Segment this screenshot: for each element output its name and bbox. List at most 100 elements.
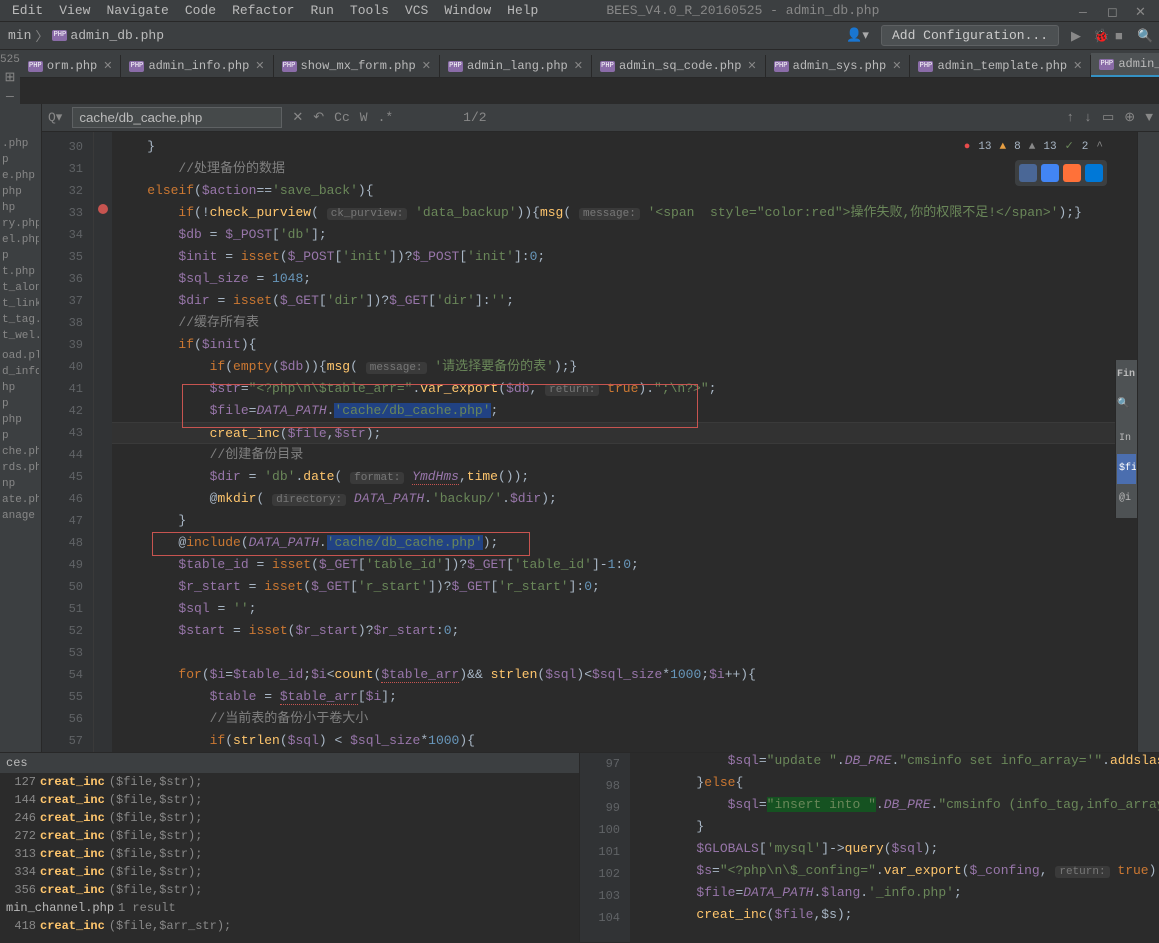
menu-vcs[interactable]: VCS	[397, 1, 436, 20]
add-selection-icon[interactable]: ⊕	[1124, 110, 1135, 125]
usage-item[interactable]: 144creat_inc($file,$str);	[0, 791, 579, 809]
tree-item[interactable]: rds.php	[2, 460, 39, 476]
tree-item[interactable]: el.php	[2, 232, 39, 248]
usage-item[interactable]: 418 creat_inc($file,$arr_str);	[0, 917, 579, 935]
menu-view[interactable]: View	[51, 1, 98, 20]
editor-tab[interactable]: PHPshow_mx_form.php✕	[274, 55, 440, 77]
menu-code[interactable]: Code	[177, 1, 224, 20]
search-input[interactable]	[72, 107, 282, 128]
breakpoint-gutter[interactable]	[94, 132, 112, 752]
tab-close-icon[interactable]: ✕	[422, 59, 431, 73]
history-icon[interactable]: ↶	[313, 110, 324, 125]
find-row-selected[interactable]: $fil	[1117, 454, 1136, 484]
breadcrumb-item-1[interactable]: min	[8, 28, 31, 43]
usages-panel[interactable]: ces 127creat_inc($file,$str);144creat_in…	[0, 753, 580, 942]
tree-item[interactable]: .php	[2, 136, 39, 152]
tab-close-icon[interactable]: ✕	[1073, 59, 1082, 73]
tree-item[interactable]: hp	[2, 380, 39, 396]
tree-item[interactable]: oad.pl	[2, 348, 39, 364]
edge-icon[interactable]	[1085, 164, 1103, 182]
editor-tab[interactable]: PHPadmin_info.php✕	[121, 55, 273, 77]
search-mode-icon[interactable]: Q▾	[48, 110, 62, 125]
editor-tab[interactable]: PHPadmin_db.php✕	[1091, 53, 1159, 77]
expand-icon[interactable]: ⊞	[4, 70, 15, 85]
tree-item[interactable]: php	[2, 184, 39, 200]
tab-close-icon[interactable]: ✕	[255, 59, 264, 73]
menu-navigate[interactable]: Navigate	[98, 1, 176, 20]
tree-item[interactable]: t_alone	[2, 280, 39, 296]
find-search-icon[interactable]: 🔍	[1117, 394, 1136, 416]
bottom-code-view[interactable]: $sql="update ".DB_PRE."cmsinfo set info_…	[630, 753, 1159, 942]
clear-search-icon[interactable]: ✕	[292, 110, 303, 125]
search-icon[interactable]: 🔍	[1137, 29, 1151, 43]
tree-item[interactable]: ate.php	[2, 492, 39, 508]
run-icon[interactable]: ▶	[1071, 29, 1085, 43]
select-all-icon[interactable]: ▭	[1102, 110, 1114, 125]
inspection-indicators[interactable]: ●13 ▲8 ▲13 ✓2 ^	[956, 132, 1111, 162]
weak-warning-indicator[interactable]: ▲	[1029, 136, 1036, 158]
tree-item[interactable]: anage	[2, 508, 39, 524]
prev-match-icon[interactable]: ↑	[1066, 110, 1074, 125]
usage-item[interactable]: 127creat_inc($file,$str);	[0, 773, 579, 791]
usage-item[interactable]: 246creat_inc($file,$str);	[0, 809, 579, 827]
stop-icon[interactable]: ■	[1115, 29, 1129, 43]
editor-tab[interactable]: PHPadmin_template.php✕	[910, 55, 1091, 77]
tree-item[interactable]: p	[2, 428, 39, 444]
editor-tab[interactable]: PHPadmin_sys.php✕	[766, 55, 911, 77]
maximize-icon[interactable]: ◻	[1107, 5, 1119, 17]
usage-item[interactable]: 313creat_inc($file,$str);	[0, 845, 579, 863]
match-case-icon[interactable]: Cc	[334, 110, 350, 125]
editor-tab[interactable]: PHPadmin_sq_code.php✕	[592, 55, 766, 77]
tree-item[interactable]: t_wel.p	[2, 328, 39, 344]
menu-window[interactable]: Window	[436, 1, 499, 20]
tab-close-icon[interactable]: ✕	[574, 59, 583, 73]
tree-item[interactable]: e.php	[2, 168, 39, 184]
firefox-icon[interactable]	[1063, 164, 1081, 182]
chevron-up-icon[interactable]: ^	[1096, 136, 1103, 158]
breakpoint-marker[interactable]	[98, 204, 108, 214]
menu-help[interactable]: Help	[499, 1, 546, 20]
tree-item[interactable]: che.ph	[2, 444, 39, 460]
chrome-icon[interactable]	[1041, 164, 1059, 182]
tree-item[interactable]: np	[2, 476, 39, 492]
code-editor[interactable]: ●13 ▲8 ▲13 ✓2 ^ } //处理备份的数据 elseif($acti…	[112, 132, 1137, 752]
bottom-right-editor[interactable]: 979899100101102103104 $sql="update ".DB_…	[580, 753, 1159, 942]
tab-close-icon[interactable]: ✕	[892, 59, 901, 73]
menu-run[interactable]: Run	[303, 1, 342, 20]
add-configuration-button[interactable]: Add Configuration...	[881, 25, 1059, 46]
find-row[interactable]: @i	[1117, 484, 1136, 514]
menu-tools[interactable]: Tools	[342, 1, 397, 20]
tree-item[interactable]: p	[2, 152, 39, 168]
find-results-panel[interactable]: Fin 🔍 In $fil @i	[1115, 360, 1137, 518]
find-row[interactable]: In	[1117, 424, 1136, 454]
tree-item[interactable]: p	[2, 248, 39, 264]
minimize-icon[interactable]: —	[1079, 5, 1091, 17]
menu-edit[interactable]: Edit	[4, 1, 51, 20]
editor-tab[interactable]: PHPorm.php✕	[20, 55, 122, 77]
usage-item[interactable]: 272creat_inc($file,$str);	[0, 827, 579, 845]
tree-item[interactable]: php	[2, 412, 39, 428]
editor-tab[interactable]: PHPadmin_lang.php✕	[440, 55, 592, 77]
breadcrumb-item-2[interactable]: PHPadmin_db.php	[52, 28, 164, 43]
next-match-icon[interactable]: ↓	[1084, 110, 1092, 125]
filter-icon[interactable]: ▼	[1145, 110, 1153, 125]
project-tree-panel[interactable]: .phppe.phpphphpry.phpel.phppt.phpt_alone…	[0, 132, 42, 752]
close-icon[interactable]: ✕	[1135, 5, 1147, 17]
tree-item[interactable]: t_link.p	[2, 296, 39, 312]
tree-item[interactable]: t_tag.p	[2, 312, 39, 328]
usage-item[interactable]: 356creat_inc($file,$str);	[0, 881, 579, 899]
phpstorm-icon[interactable]	[1019, 164, 1037, 182]
words-icon[interactable]: W	[360, 110, 368, 125]
usage-file-result[interactable]: min_channel.php 1 result	[0, 899, 579, 917]
tree-item[interactable]: p	[2, 396, 39, 412]
usage-item[interactable]: 334creat_inc($file,$str);	[0, 863, 579, 881]
tab-close-icon[interactable]: ✕	[103, 59, 112, 73]
error-indicator[interactable]: ●	[964, 136, 971, 158]
tree-item[interactable]: d_info.	[2, 364, 39, 380]
tree-item[interactable]: ry.php	[2, 216, 39, 232]
debug-icon[interactable]: 🐞	[1093, 29, 1107, 43]
tab-close-icon[interactable]: ✕	[747, 59, 756, 73]
tree-item[interactable]: t.php	[2, 264, 39, 280]
user-icon[interactable]: 👤▾	[846, 28, 869, 43]
ok-indicator[interactable]: ✓	[1065, 136, 1074, 158]
